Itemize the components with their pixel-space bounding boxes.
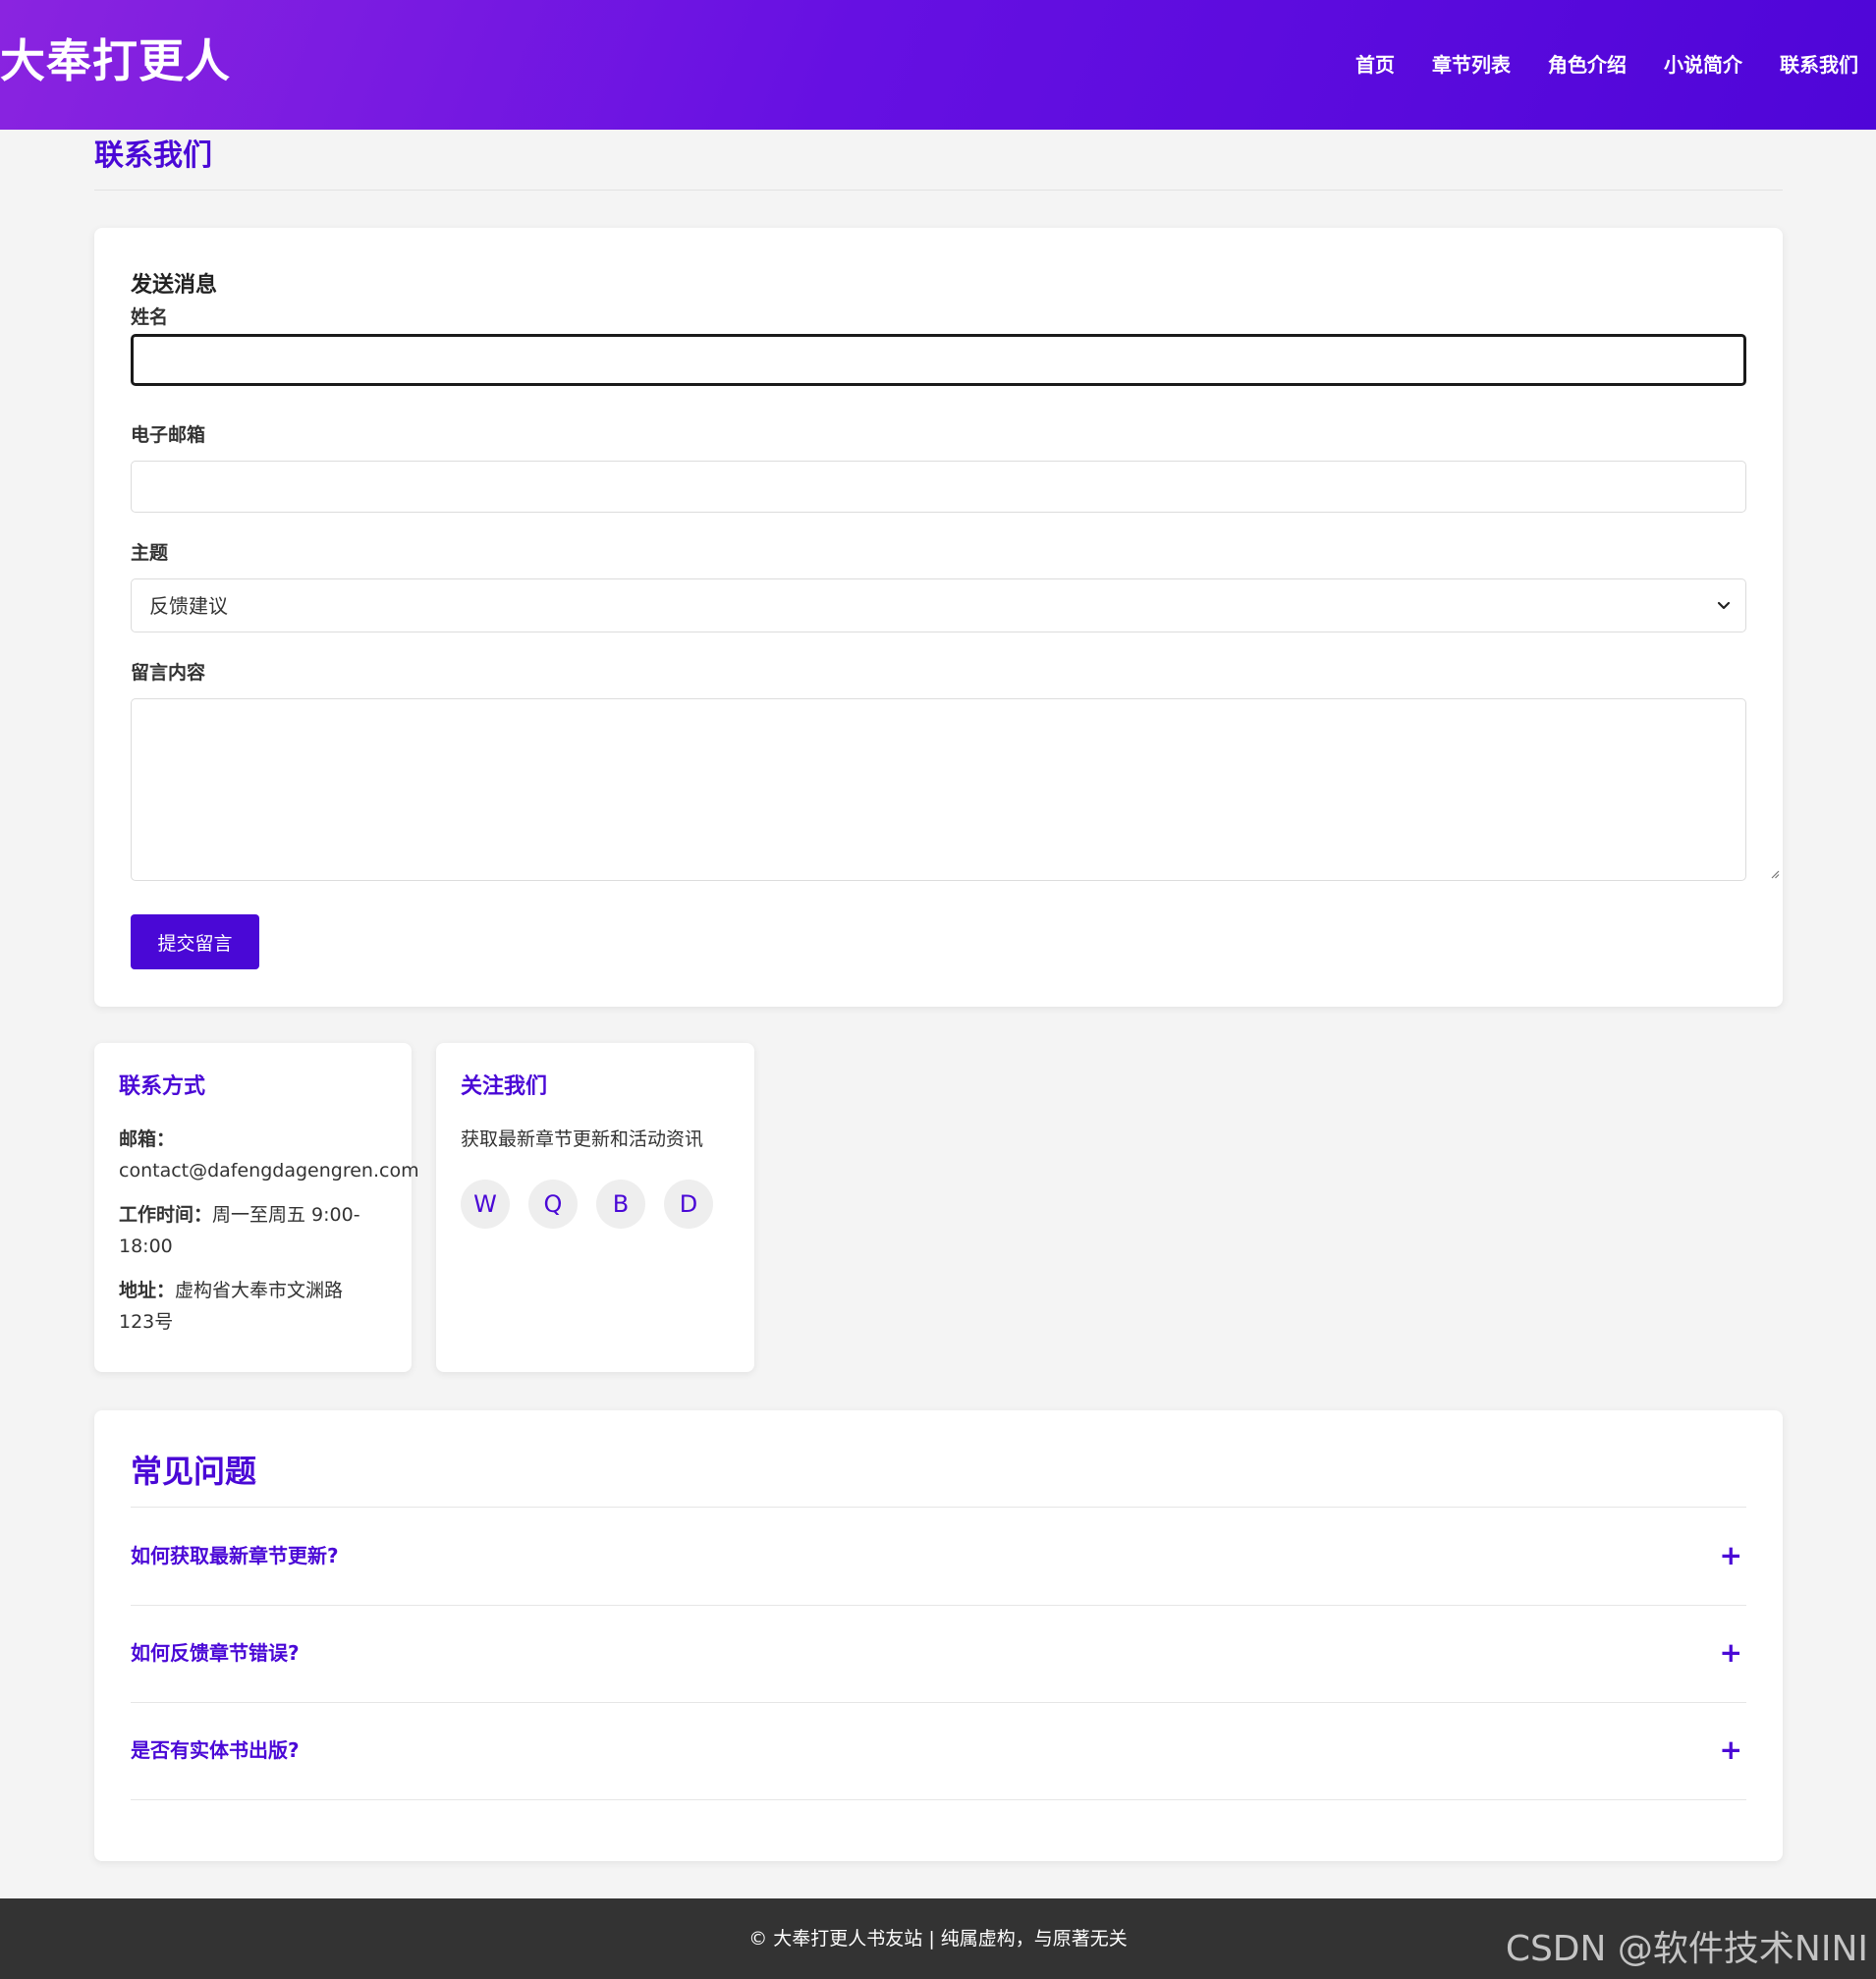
name-label: 姓名 — [131, 306, 169, 328]
address-key: 地址： — [119, 1280, 176, 1301]
hours-key: 工作时间： — [119, 1204, 213, 1226]
follow-us-title: 关注我们 — [461, 1074, 548, 1099]
faq-title: 常见问题 — [131, 1453, 257, 1490]
faq-question: 是否有实体书出版? — [131, 1738, 300, 1762]
contact-address: 地址：虚构省大奉市文渊路 123号 — [119, 1275, 433, 1338]
subject-label: 主题 — [131, 542, 169, 564]
watermark: CSDN @软件技术NINI — [1505, 1929, 1868, 1969]
contact-form-card: 发送消息 姓名 电子邮箱 主题 反馈建议 留言内容 提交留言 — [94, 228, 1783, 1007]
faq-question: 如何获取最新章节更新? — [131, 1544, 339, 1567]
d-social-icon[interactable]: D — [664, 1180, 713, 1229]
submit-button[interactable]: 提交留言 — [131, 914, 259, 969]
faq-question: 如何反馈章节错误? — [131, 1641, 300, 1665]
subject-selected-value: 反馈建议 — [149, 594, 228, 618]
contact-hours: 工作时间：周一至周五 9:00- 18:00 — [119, 1199, 433, 1262]
message-textarea[interactable] — [131, 698, 1746, 881]
hours-value-line1: 周一至周五 9:00- — [212, 1204, 360, 1226]
email-input[interactable] — [131, 461, 1746, 513]
site-header: 大奉打更人 首页 章节列表 角色介绍 小说简介 联系我们 — [0, 0, 1876, 130]
w-social-icon[interactable]: W — [461, 1180, 510, 1229]
main-nav: 首页 章节列表 角色介绍 小说简介 联系我们 — [1355, 51, 1858, 79]
hours-value-line2: 18:00 — [119, 1236, 173, 1257]
contact-email: 邮箱： contact@dafengdagengren.com — [119, 1124, 433, 1186]
b-social-icon[interactable]: B — [596, 1180, 645, 1229]
resize-grip-icon[interactable] — [1771, 870, 1780, 879]
faq-item[interactable]: 如何获取最新章节更新? + — [131, 1508, 1746, 1605]
faq-card: 常见问题 如何获取最新章节更新? + 如何反馈章节错误? + 是否有实体书出版?… — [94, 1410, 1783, 1861]
subject-select[interactable]: 反馈建议 — [131, 578, 1746, 632]
plus-icon[interactable]: + — [1720, 1638, 1742, 1668]
nav-link-contact[interactable]: 联系我们 — [1780, 51, 1858, 79]
site-footer: © 大奉打更人书友站 | 纯属虚构，与原著无关 CSDN @软件技术NINI — [0, 1898, 1876, 1979]
follow-us-card: 关注我们 获取最新章节更新和活动资讯 W Q B D — [436, 1043, 754, 1372]
address-value-line2: 123号 — [119, 1311, 174, 1333]
nav-link-synopsis[interactable]: 小说简介 — [1664, 51, 1742, 79]
message-label: 留言内容 — [131, 662, 206, 684]
email-key: 邮箱： — [119, 1128, 176, 1150]
title-divider — [94, 190, 1783, 191]
nav-link-home[interactable]: 首页 — [1355, 51, 1395, 79]
plus-icon[interactable]: + — [1720, 1735, 1742, 1765]
site-logo[interactable]: 大奉打更人 — [0, 33, 231, 88]
email-value: contact@dafengdagengren.com — [119, 1160, 419, 1182]
faq-divider — [131, 1799, 1746, 1800]
nav-link-chapters[interactable]: 章节列表 — [1432, 51, 1511, 79]
contact-info-card: 联系方式 邮箱： contact@dafengdagengren.com 工作时… — [94, 1043, 419, 1372]
plus-icon[interactable]: + — [1720, 1541, 1742, 1570]
form-heading: 发送消息 — [131, 273, 218, 298]
follow-us-description: 获取最新章节更新和活动资讯 — [461, 1128, 704, 1150]
faq-item[interactable]: 是否有实体书出版? + — [131, 1702, 1746, 1799]
contact-info-title: 联系方式 — [119, 1074, 206, 1099]
name-input[interactable] — [131, 334, 1746, 386]
chevron-down-icon — [1717, 601, 1731, 610]
page-title: 联系我们 — [94, 138, 212, 173]
email-label: 电子邮箱 — [131, 424, 206, 446]
faq-item[interactable]: 如何反馈章节错误? + — [131, 1605, 1746, 1702]
q-social-icon[interactable]: Q — [528, 1180, 578, 1229]
address-value-line1: 虚构省大奉市文渊路 — [175, 1280, 344, 1301]
social-links: W Q B D — [461, 1180, 713, 1229]
nav-link-characters[interactable]: 角色介绍 — [1548, 51, 1627, 79]
